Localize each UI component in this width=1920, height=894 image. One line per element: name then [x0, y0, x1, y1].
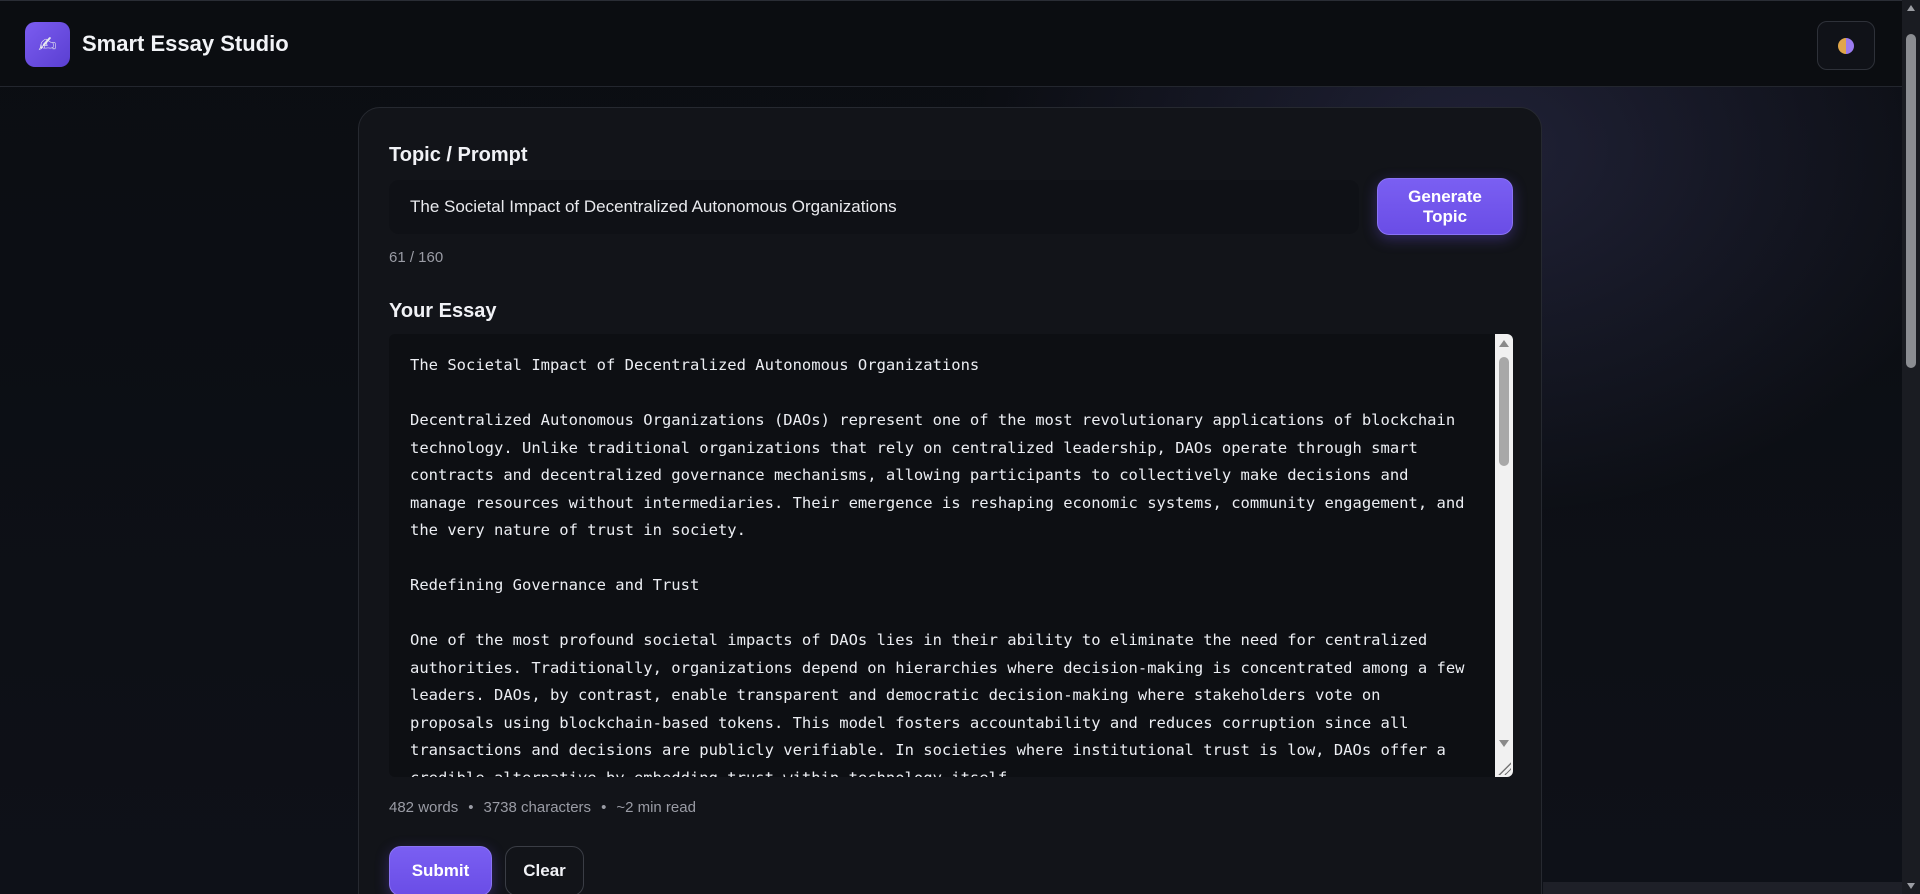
essay-textarea[interactable]: The Societal Impact of Decentralized Aut…	[389, 334, 1513, 777]
theme-toggle-button[interactable]	[1817, 21, 1875, 70]
topic-label: Topic / Prompt	[389, 144, 528, 166]
top-bar: ✍ Smart Essay Studio	[0, 0, 1902, 87]
topic-char-counter: 61 / 160	[389, 249, 444, 266]
essay-card: Topic / Prompt The Societal Impact of De…	[358, 107, 1542, 894]
essay-stats: 482 words • 3738 characters • ~2 min rea…	[389, 799, 696, 816]
essay-label: Your Essay	[389, 300, 497, 322]
app-window: ✍ Smart Essay Studio Topic / Prompt The …	[0, 0, 1920, 894]
scroll-down-arrow-icon[interactable]	[1907, 883, 1915, 889]
generate-topic-label: Generate Topic	[1408, 186, 1482, 226]
word-count: 482 words	[389, 799, 459, 816]
resize-handle-icon[interactable]	[1497, 761, 1511, 775]
app-title: Smart Essay Studio	[82, 31, 289, 56]
scroll-up-arrow-icon[interactable]	[1907, 5, 1915, 11]
scroll-up-arrow-icon[interactable]	[1499, 340, 1509, 347]
theme-toggle-icon	[1838, 37, 1854, 54]
scroll-down-arrow-icon[interactable]	[1499, 740, 1509, 747]
stats-separator: •	[601, 799, 607, 816]
essay-scrollbar[interactable]	[1495, 334, 1513, 777]
read-time: ~2 min read	[616, 799, 696, 816]
writing-hand-icon: ✍	[38, 31, 57, 57]
essay-content[interactable]: The Societal Impact of Decentralized Aut…	[410, 352, 1470, 777]
clear-button[interactable]: Clear	[505, 846, 584, 894]
submit-button[interactable]: Submit	[389, 846, 492, 894]
app-logo: ✍	[25, 22, 70, 67]
page-scrollbar[interactable]	[1902, 0, 1920, 894]
topic-input[interactable]: The Societal Impact of Decentralized Aut…	[389, 180, 1359, 234]
essay-scroll-thumb[interactable]	[1499, 357, 1509, 466]
page-scroll-thumb[interactable]	[1906, 34, 1916, 368]
stats-separator: •	[468, 799, 474, 816]
character-count: 3738 characters	[483, 799, 592, 816]
page-footer-strip	[1543, 882, 1902, 894]
generate-topic-button[interactable]: Generate Topic	[1377, 178, 1513, 235]
